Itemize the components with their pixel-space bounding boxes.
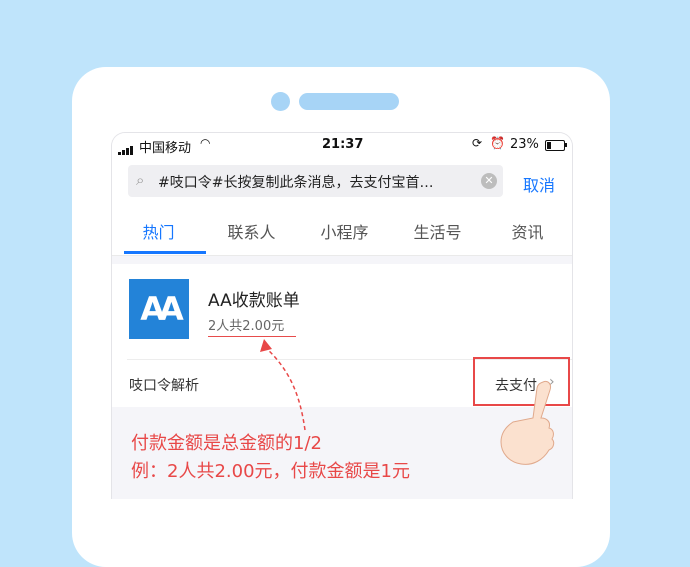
parse-label: 吱口令解析 [129, 378, 199, 394]
tab-life-accounts[interactable]: 生活号 [391, 219, 484, 243]
status-time: 21:37 [322, 137, 364, 152]
dashed-arrow [260, 339, 306, 431]
tab-mini-programs[interactable]: 小程序 [298, 219, 391, 243]
search-bar: ⌕ #吱口令#长按复制此条消息，去支付宝首… ✕ 取消 [112, 157, 572, 205]
tab-indicator [124, 251, 206, 254]
alarm-icon: ⏰ [490, 136, 505, 150]
result-subtitle: 2人共2.00元 [208, 319, 285, 334]
tab-bar: 热门 联系人 小程序 生活号 资讯 [112, 205, 572, 256]
note-line-2: 例：2人共2.00元，付款金额是1元 [131, 461, 410, 482]
signal-icon [118, 140, 134, 155]
result-title: AA收款账单 [208, 291, 300, 311]
tab-hot[interactable]: 热门 [112, 219, 205, 243]
clear-icon[interactable]: ✕ [481, 173, 497, 189]
battery-percent: 23% [510, 137, 539, 152]
wifi-icon: ◠ [200, 136, 211, 150]
carrier-label: 中国移动 [139, 141, 192, 156]
battery-tip [565, 143, 567, 147]
cancel-button[interactable]: 取消 [523, 172, 555, 196]
pointing-hand-icon [500, 381, 555, 465]
explanation-note: 付款金额是总金额的1/2 例：2人共2.00元，付款金额是1元 [131, 430, 410, 486]
status-bar: 中国移动 ◠ 21:37 ⟳ ⏰ 23% [112, 133, 572, 157]
tab-contacts[interactable]: 联系人 [205, 219, 298, 243]
aa-logo: AA [129, 279, 189, 339]
search-icon: ⌕ [136, 171, 145, 189]
search-input[interactable]: ⌕ #吱口令#长按复制此条消息，去支付宝首… ✕ [128, 165, 503, 197]
search-query: #吱口令#长按复制此条消息，去支付宝首… [158, 175, 434, 191]
rotation-lock-icon: ⟳ [472, 136, 483, 150]
tab-news[interactable]: 资讯 [481, 219, 572, 243]
battery-icon [545, 140, 565, 151]
camera-dot [271, 92, 290, 111]
speaker-bar [299, 93, 399, 110]
